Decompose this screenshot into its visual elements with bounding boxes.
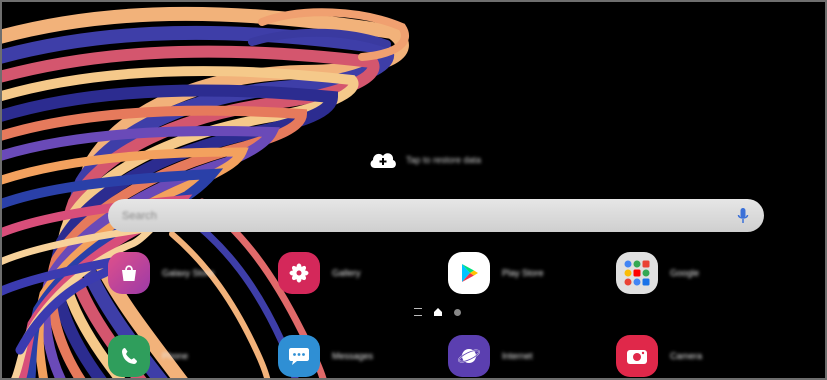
home-icon[interactable] (434, 308, 442, 316)
app-galaxy-store[interactable]: Galaxy Store (108, 252, 214, 294)
app-label: Galaxy Store (162, 268, 215, 278)
app-label: Internet (502, 351, 533, 361)
app-camera[interactable]: Camera (616, 335, 702, 377)
app-internet[interactable]: Internet (448, 335, 533, 377)
search-placeholder: Search (122, 209, 157, 222)
app-gallery[interactable]: Gallery (278, 252, 361, 294)
planet-icon (448, 335, 490, 377)
folder-icon (616, 252, 658, 294)
camera-icon (616, 335, 658, 377)
page-dot[interactable] (454, 308, 461, 316)
restore-data-label: Tap to restore data (406, 155, 482, 165)
restore-data-widget[interactable]: Tap to restore data (368, 150, 481, 170)
app-play-store[interactable]: Play Store (448, 252, 544, 294)
search-bar[interactable]: Search (108, 199, 764, 232)
shopping-bag-icon (108, 252, 150, 294)
play-triangle-icon (448, 252, 490, 294)
app-label: Google (670, 268, 700, 278)
app-messages[interactable]: Messages (278, 335, 373, 377)
app-google-folder[interactable]: Google (616, 252, 699, 294)
flower-icon (278, 252, 320, 294)
app-phone[interactable]: Phone (108, 335, 188, 377)
menu-lines-icon[interactable] (414, 308, 422, 316)
cloud-upload-icon (370, 153, 396, 168)
home-screen: Tap to restore data Search Galaxy Store (0, 0, 827, 380)
wallpaper (2, 6, 409, 378)
microphone-icon[interactable] (736, 207, 750, 225)
app-label: Phone (162, 351, 189, 361)
app-label: Gallery (332, 268, 361, 278)
app-label: Camera (670, 351, 703, 361)
app-label: Messages (332, 351, 374, 361)
phone-icon (108, 335, 150, 377)
chat-bubble-icon (278, 335, 320, 377)
page-indicator[interactable] (414, 308, 461, 316)
app-label: Play Store (502, 268, 544, 278)
